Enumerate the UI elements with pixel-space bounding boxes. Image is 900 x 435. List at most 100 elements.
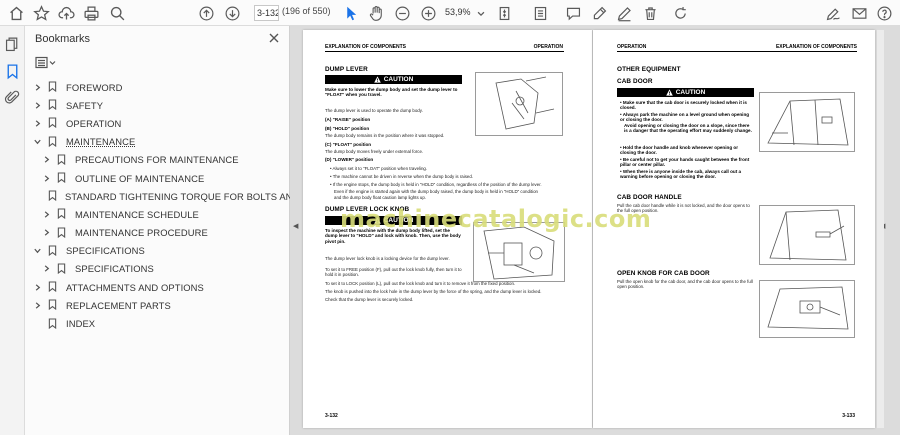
bookmark-label: OPERATION xyxy=(66,117,122,129)
bookmark-item[interactable]: SPECIFICATIONS xyxy=(25,242,290,260)
comment-icon[interactable] xyxy=(563,3,583,23)
bookmark-options-menu[interactable] xyxy=(35,56,57,70)
bookmark-flag-icon xyxy=(57,227,67,239)
chevron-right-icon[interactable] xyxy=(33,283,42,292)
bookmark-flag-icon xyxy=(57,263,67,275)
previous-page-icon[interactable] xyxy=(196,3,216,23)
zoom-level-field[interactable]: 53,9% xyxy=(442,5,478,21)
dump-lever-intro: The dump lever is used to operate the du… xyxy=(325,108,423,113)
fit-page-icon[interactable] xyxy=(494,3,514,23)
bookmark-item[interactable]: REPLACEMENT PARTS xyxy=(25,296,290,314)
upload-cloud-icon[interactable] xyxy=(56,3,76,23)
bookmark-flag-icon xyxy=(57,154,67,166)
collapse-panel-arrow-icon[interactable]: ◀ xyxy=(293,222,298,230)
vertical-scrollbar[interactable] xyxy=(877,30,884,428)
zoom-search-icon[interactable] xyxy=(107,3,127,23)
next-page-icon[interactable] xyxy=(222,3,242,23)
cab-caution-bullet-4: • Be careful not to get your hands caugh… xyxy=(620,157,750,168)
highlight-pen-icon[interactable] xyxy=(589,3,609,23)
warning-triangle-icon xyxy=(665,89,673,96)
bookmark-label: SPECIFICATIONS xyxy=(66,245,145,257)
bookmark-label: SPECIFICATIONS xyxy=(75,263,154,275)
chevron-down-icon[interactable] xyxy=(33,246,42,255)
top-toolbar: (196 of 550) 53,9% xyxy=(0,0,900,26)
section-title-other-equipment: OTHER EQUIPMENT xyxy=(617,66,681,73)
bookmark-label: MAINTENANCE SCHEDULE xyxy=(75,208,199,220)
section-title-dump-lever: DUMP LEVER xyxy=(325,66,368,73)
bookmark-item[interactable]: MAINTENANCE SCHEDULE xyxy=(25,205,290,223)
bookmark-item[interactable]: INDEX xyxy=(25,314,290,332)
edit-pen-icon[interactable] xyxy=(614,3,634,23)
bookmark-item[interactable]: STANDARD TIGHTENING TORQUE FOR BOLTS AND… xyxy=(25,187,328,205)
sign-pen-icon[interactable] xyxy=(823,3,843,23)
bookmark-item[interactable]: SAFETY xyxy=(25,96,290,114)
chevron-right-icon[interactable] xyxy=(42,155,51,164)
bookmark-star-icon[interactable] xyxy=(31,3,51,23)
print-icon[interactable] xyxy=(81,3,101,23)
chevron-right-icon[interactable] xyxy=(33,83,42,92)
cab-caution-bullet-1-text: Make sure that the cab door is securely … xyxy=(620,100,747,111)
page-number-input[interactable] xyxy=(254,5,279,21)
caution-label: CAUTION xyxy=(383,76,414,83)
help-icon[interactable] xyxy=(874,3,894,23)
chevron-right-icon[interactable] xyxy=(33,101,42,110)
subsection-title-open-knob: OPEN KNOB FOR CAB DOOR xyxy=(617,270,710,277)
attachment-paperclip-icon[interactable] xyxy=(4,89,21,106)
scroll-mode-icon[interactable] xyxy=(530,3,550,23)
bookmark-flag-icon xyxy=(48,299,58,311)
bookmark-label: SAFETY xyxy=(66,99,104,111)
cab-caution-bullet-2: • Always park the machine on a level gro… xyxy=(620,112,750,123)
bookmark-label: ATTACHMENTS AND OPTIONS xyxy=(66,281,204,293)
note-bullet-2-text: The machine cannot be driven in reverse … xyxy=(332,174,474,179)
zoom-in-icon[interactable] xyxy=(418,3,438,23)
hold-position-title: (B) "HOLD" position xyxy=(325,126,370,131)
page-number-right: 3-133 xyxy=(842,413,855,419)
bookmark-item[interactable]: SPECIFICATIONS xyxy=(25,260,290,278)
page-header-right: EXPLANATION OF COMPONENTS xyxy=(775,44,857,50)
cab-caution-bullet-2-cont: Avoid opening or closing the door on a s… xyxy=(624,123,752,134)
bookmark-item[interactable]: FOREWORD xyxy=(25,78,290,96)
chevron-right-icon[interactable] xyxy=(33,301,42,310)
bookmark-item[interactable]: ATTACHMENTS AND OPTIONS xyxy=(25,278,290,296)
hand-pan-icon[interactable] xyxy=(366,3,386,23)
float-position-title: (C) "FLOAT" position xyxy=(325,142,372,147)
bookmarks-panel-icon[interactable] xyxy=(4,63,21,80)
bookmark-item[interactable]: PRECAUTIONS FOR MAINTENANCE xyxy=(25,151,290,169)
bookmark-flag-icon xyxy=(48,317,58,330)
zoom-out-icon[interactable] xyxy=(392,3,412,23)
email-icon[interactable] xyxy=(849,3,869,23)
lock-knob-text-4: The knob is pushed into the lock hole in… xyxy=(325,289,542,294)
lock-knob-text-1: The dump lever lock knob is a locking de… xyxy=(325,256,450,261)
panel-title: Bookmarks xyxy=(35,33,91,45)
bookmark-label: MAINTENANCE PROCEDURE xyxy=(75,227,208,239)
select-cursor-icon[interactable] xyxy=(341,3,361,23)
bookmark-flag-icon xyxy=(57,172,67,184)
bookmark-item[interactable]: OPERATION xyxy=(25,114,290,132)
cab-door-figure xyxy=(759,92,855,152)
home-icon[interactable] xyxy=(6,3,26,23)
cab-caution-bullet-5: • When there is anyone inside the cab, a… xyxy=(620,169,742,180)
bookmark-flag-icon xyxy=(48,245,58,257)
chevron-right-icon[interactable] xyxy=(42,228,51,237)
bookmark-label: OUTLINE OF MAINTENANCE xyxy=(75,172,205,184)
bookmark-item[interactable]: MAINTENANCE xyxy=(25,133,290,151)
bookmark-item[interactable]: MAINTENANCE PROCEDURE xyxy=(25,224,290,242)
chevron-right-icon[interactable] xyxy=(33,119,42,128)
header-rule xyxy=(325,51,564,52)
close-icon[interactable] xyxy=(267,31,281,45)
page-thumbnails-icon[interactable] xyxy=(4,36,21,53)
bookmark-item[interactable]: OUTLINE OF MAINTENANCE xyxy=(25,169,290,187)
chevron-right-icon[interactable] xyxy=(42,174,51,183)
watermark-text: machinecatalogic.com xyxy=(340,205,652,233)
lock-knob-text-3: To set it to LOCK position (L), pull out… xyxy=(325,281,516,286)
bookmark-label: STANDARD TIGHTENING TORQUE FOR BOLTS AND… xyxy=(65,190,329,202)
page-header-right: OPERATION xyxy=(533,44,563,50)
chevron-right-icon[interactable] xyxy=(42,264,51,273)
zoom-dropdown-chevron-icon[interactable] xyxy=(476,3,486,23)
chevron-right-icon[interactable] xyxy=(42,210,51,219)
rotate-icon[interactable] xyxy=(670,3,690,23)
bookmark-flag-icon xyxy=(48,281,58,293)
chevron-down-icon[interactable] xyxy=(33,137,42,146)
delete-trash-icon[interactable] xyxy=(640,3,660,23)
